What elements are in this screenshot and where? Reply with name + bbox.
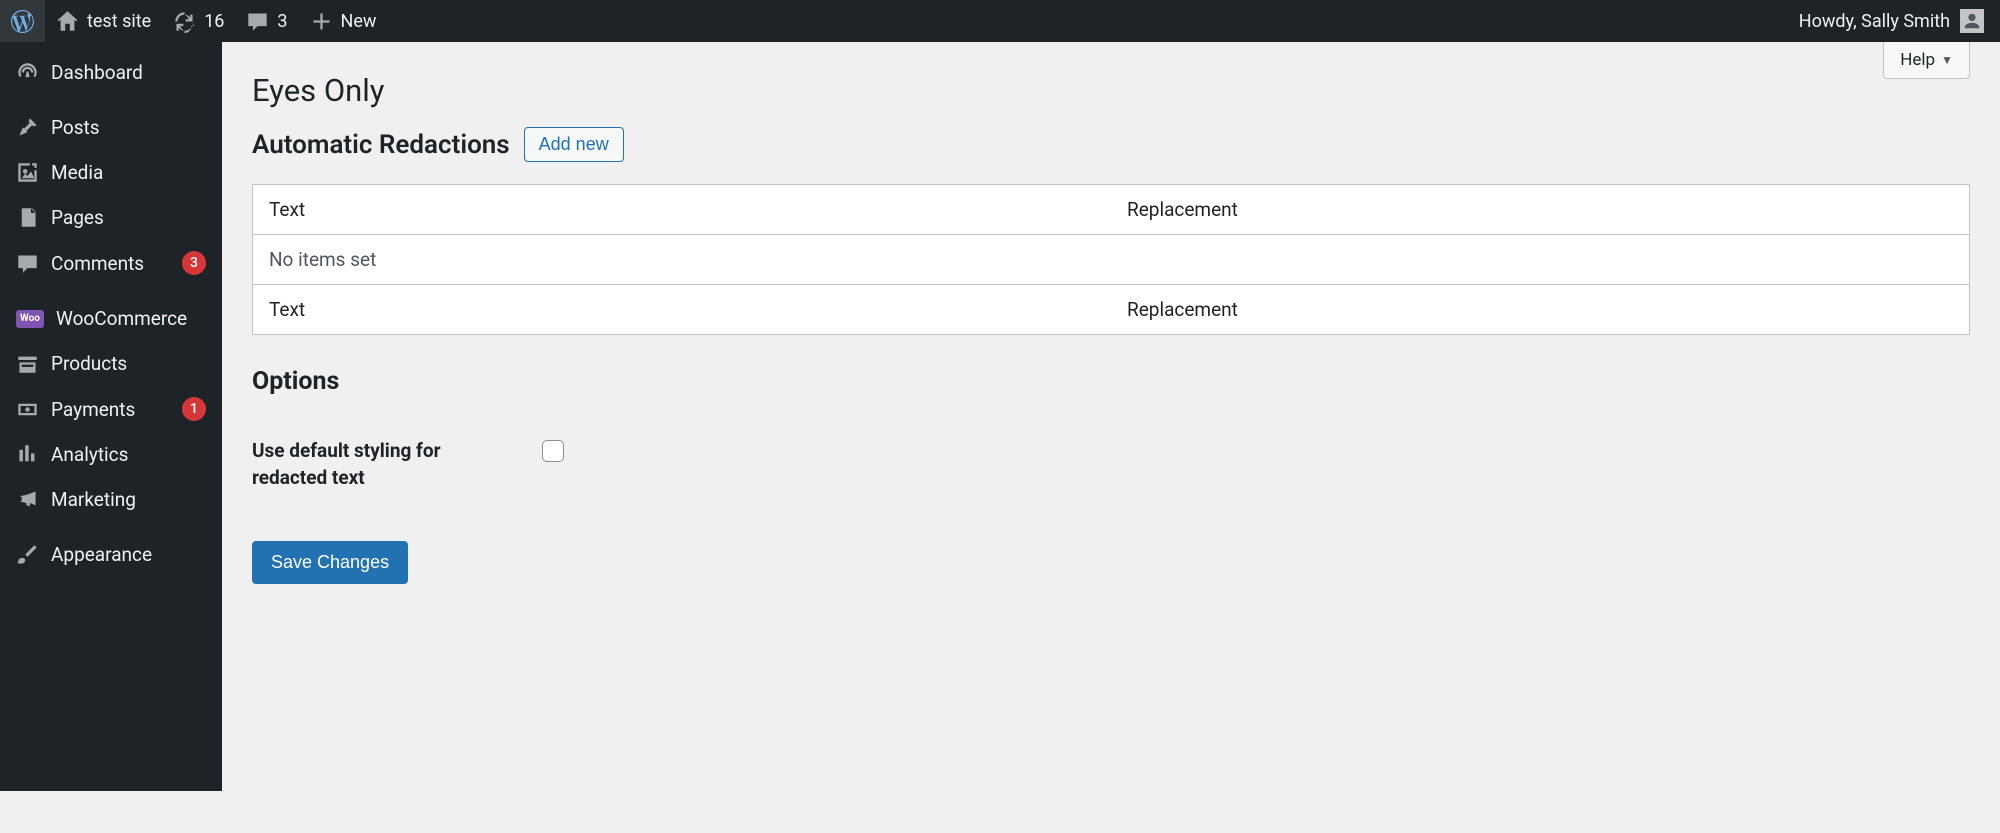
- sidebar-label: Comments: [51, 252, 144, 275]
- redactions-table: Text Replacement No items set Text Repla…: [252, 184, 1970, 335]
- sidebar-item-analytics[interactable]: Analytics: [0, 432, 222, 477]
- col-text-header[interactable]: Text: [253, 185, 1112, 235]
- sidebar-item-comments[interactable]: Comments 3: [0, 240, 222, 286]
- table-footer-row: Text Replacement: [253, 285, 1970, 335]
- avatar: [1960, 9, 1984, 33]
- sidebar-label: Analytics: [51, 443, 128, 466]
- payments-badge: 1: [182, 397, 206, 421]
- col-text-footer[interactable]: Text: [253, 285, 1112, 335]
- table-row-empty: No items set: [253, 235, 1970, 285]
- brush-icon: [16, 543, 39, 566]
- chevron-down-icon: ▼: [1941, 53, 1953, 67]
- new-content-label: New: [341, 11, 377, 32]
- sidebar-label: Posts: [51, 116, 100, 139]
- updates-count: 16: [204, 11, 224, 32]
- admin-bar: test site 16 3 New Howdy, Sally Smith: [0, 0, 2000, 42]
- main-content: Help ▼ Eyes Only Automatic Redactions Ad…: [222, 42, 2000, 614]
- pin-icon: [16, 116, 39, 139]
- sidebar-item-dashboard[interactable]: Dashboard: [0, 50, 222, 95]
- col-replacement-footer[interactable]: Replacement: [1111, 285, 1970, 335]
- sidebar-item-products[interactable]: Products: [0, 341, 222, 386]
- sidebar-label: Pages: [51, 206, 104, 229]
- wp-logo[interactable]: [0, 0, 45, 42]
- sidebar-item-appearance[interactable]: Appearance: [0, 532, 222, 577]
- user-icon: [1963, 12, 1981, 30]
- options-heading: Options: [252, 367, 1970, 396]
- media-icon: [16, 161, 39, 184]
- howdy-text: Howdy, Sally Smith: [1799, 11, 1950, 32]
- megaphone-icon: [16, 488, 39, 511]
- sidebar-item-media[interactable]: Media: [0, 150, 222, 195]
- sidebar-item-pages[interactable]: Pages: [0, 195, 222, 240]
- payments-icon: [16, 398, 39, 421]
- pages-icon: [16, 206, 39, 229]
- option-row-default-styling: Use default styling for redacted text: [252, 438, 1970, 491]
- admin-sidebar: Dashboard Posts Media Pages Comments 3 W…: [0, 42, 222, 791]
- table-header-row: Text Replacement: [253, 185, 1970, 235]
- sidebar-item-payments[interactable]: Payments 1: [0, 386, 222, 432]
- page-title: Eyes Only: [252, 52, 1970, 127]
- comments-count: 3: [277, 11, 287, 32]
- col-replacement-header[interactable]: Replacement: [1111, 185, 1970, 235]
- option-label-default-styling: Use default styling for redacted text: [252, 438, 502, 491]
- new-content-link[interactable]: New: [299, 0, 388, 42]
- comments-badge: 3: [182, 251, 206, 275]
- woo-icon: Woo: [16, 310, 44, 328]
- products-icon: [16, 352, 39, 375]
- sidebar-label: Media: [51, 161, 103, 184]
- site-name-text: test site: [87, 11, 151, 32]
- updates-link[interactable]: 16: [162, 0, 235, 42]
- plus-icon: [310, 10, 333, 33]
- user-account-link[interactable]: Howdy, Sally Smith: [1793, 9, 1990, 33]
- sidebar-label: Products: [51, 352, 127, 375]
- help-label: Help: [1900, 50, 1935, 70]
- sidebar-label: Dashboard: [51, 61, 143, 84]
- sidebar-label: Payments: [51, 398, 135, 421]
- comment-icon: [246, 10, 269, 33]
- sidebar-item-posts[interactable]: Posts: [0, 105, 222, 150]
- dashboard-icon: [16, 61, 39, 84]
- site-name-link[interactable]: test site: [45, 0, 162, 42]
- sidebar-label: Appearance: [51, 543, 152, 566]
- wordpress-icon: [11, 10, 34, 33]
- help-tab[interactable]: Help ▼: [1883, 42, 1970, 79]
- sidebar-item-woocommerce[interactable]: Woo WooCommerce: [0, 296, 222, 341]
- add-new-button[interactable]: Add new: [524, 127, 624, 162]
- sidebar-item-marketing[interactable]: Marketing: [0, 477, 222, 522]
- save-button[interactable]: Save Changes: [252, 541, 408, 584]
- sidebar-label: WooCommerce: [56, 307, 187, 330]
- comments-icon: [16, 252, 39, 275]
- redactions-heading: Automatic Redactions: [252, 130, 510, 160]
- default-styling-checkbox[interactable]: [542, 440, 564, 462]
- comments-link[interactable]: 3: [235, 0, 298, 42]
- analytics-icon: [16, 443, 39, 466]
- sidebar-label: Marketing: [51, 488, 136, 511]
- refresh-icon: [173, 10, 196, 33]
- home-icon: [56, 10, 79, 33]
- empty-message: No items set: [253, 235, 1970, 285]
